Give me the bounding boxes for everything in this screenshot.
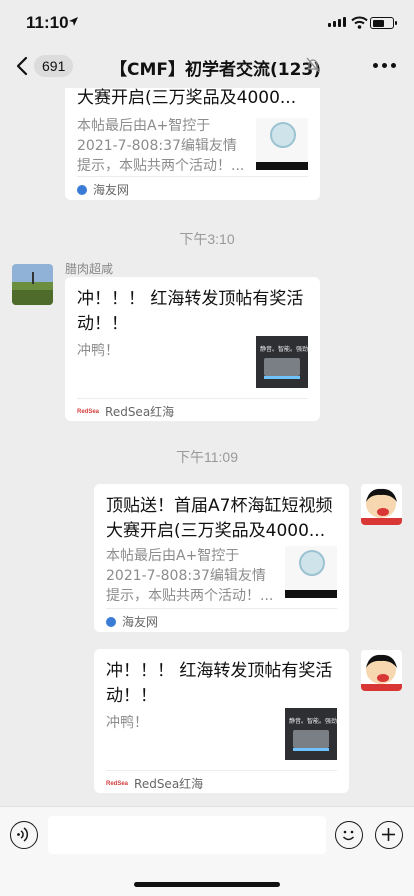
sender-name: 腊肉超咸 — [65, 262, 114, 276]
link-card-source-name: RedSea红海 — [134, 777, 204, 791]
link-card-description: 冲鸭！ — [77, 343, 119, 359]
message-timestamp: 下午3:10 — [179, 231, 235, 247]
link-card-source: RedSea RedSea红海 — [77, 403, 174, 420]
link-card-source-name: 海友网 — [122, 615, 159, 629]
home-indicator — [134, 882, 280, 887]
haiyou-logo-icon — [77, 184, 87, 195]
mute-bell-icon — [306, 57, 320, 73]
thumbnail-caption: 静音。智能。强劲 — [260, 346, 308, 353]
thumbnail-caption: 静音。智能。强劲 — [289, 718, 337, 725]
status-time: 11:10 — [26, 13, 69, 32]
link-card[interactable]: 顶贴送！首届A7杯海缸短视频大赛开启(三万奖品及4000... 本帖最后由A+智… — [94, 484, 349, 632]
unread-count-badge[interactable]: 691 — [34, 55, 74, 77]
divider — [106, 770, 337, 771]
link-card-thumbnail — [256, 118, 308, 170]
link-card-source: RedSea RedSea红海 — [106, 775, 203, 792]
divider — [77, 176, 308, 177]
link-card[interactable]: 大赛开启(三万奖品及4000... 本帖最后由A+智控于2021-7-808:3… — [65, 88, 320, 200]
haiyou-logo-icon — [106, 616, 116, 627]
link-card-title: 顶贴送！首届A7杯海缸短视频大赛开启(三万奖品及4000... — [106, 496, 333, 541]
link-card-thumbnail: 静音。智能。强劲 — [256, 336, 308, 388]
message-timestamp: 下午11:09 — [176, 449, 238, 465]
link-card-title: 冲！！！ 红海转发顶帖有奖活动！！ — [106, 661, 333, 706]
link-card-description: 本帖最后由A+智控于2021-7-808:37编辑友情提示，本贴共两个活动！..… — [77, 118, 245, 174]
avatar[interactable] — [361, 484, 402, 525]
link-card-thumbnail — [285, 546, 337, 598]
link-card-source: 海友网 — [77, 181, 129, 198]
divider — [106, 608, 337, 609]
link-card[interactable]: 冲！！！ 红海转发顶帖有奖活动！！ 冲鸭！ 静音。智能。强劲 RedSea Re… — [94, 649, 349, 793]
plus-icon[interactable] — [375, 821, 403, 849]
link-card[interactable]: 冲！！！ 红海转发顶帖有奖活动！！ 冲鸭！ 静音。智能。强劲 RedSea Re… — [65, 277, 320, 421]
redsea-logo-icon: RedSea — [77, 408, 100, 415]
link-card-title: 大赛开启(三万奖品及4000... — [77, 88, 297, 108]
chat-message-list[interactable]: 大赛开启(三万奖品及4000... 本帖最后由A+智控于2021-7-808:3… — [0, 88, 414, 806]
avatar[interactable] — [12, 264, 53, 305]
wifi-icon — [351, 16, 368, 29]
more-options-icon[interactable] — [373, 63, 396, 68]
voice-input-icon[interactable] — [10, 821, 38, 849]
chat-input-bar — [0, 806, 414, 896]
signal-icon — [328, 17, 346, 27]
link-card-source-name: 海友网 — [93, 183, 130, 197]
avatar[interactable] — [361, 650, 402, 691]
divider — [77, 398, 308, 399]
link-card-title: 冲！！！ 红海转发顶帖有奖活动！！ — [77, 289, 304, 334]
chat-title: 【CMF】初学者交流(123) — [110, 60, 322, 80]
battery-icon — [370, 17, 397, 29]
location-arrow-icon — [69, 17, 78, 26]
chat-header: 691 【CMF】初学者交流(123) — [0, 44, 414, 88]
emoji-icon[interactable] — [335, 821, 363, 849]
link-card-description: 本帖最后由A+智控于2021-7-808:37编辑友情提示，本贴共两个活动！..… — [106, 548, 274, 604]
status-bar: 11:10 — [0, 0, 414, 44]
message-input[interactable] — [48, 816, 326, 854]
back-chevron-icon[interactable] — [12, 55, 34, 77]
link-card-source: 海友网 — [106, 613, 158, 630]
link-card-description: 冲鸭！ — [106, 715, 148, 731]
link-card-source-name: RedSea红海 — [105, 405, 175, 419]
link-card-thumbnail: 静音。智能。强劲 — [285, 708, 337, 760]
redsea-logo-icon: RedSea — [106, 780, 129, 787]
